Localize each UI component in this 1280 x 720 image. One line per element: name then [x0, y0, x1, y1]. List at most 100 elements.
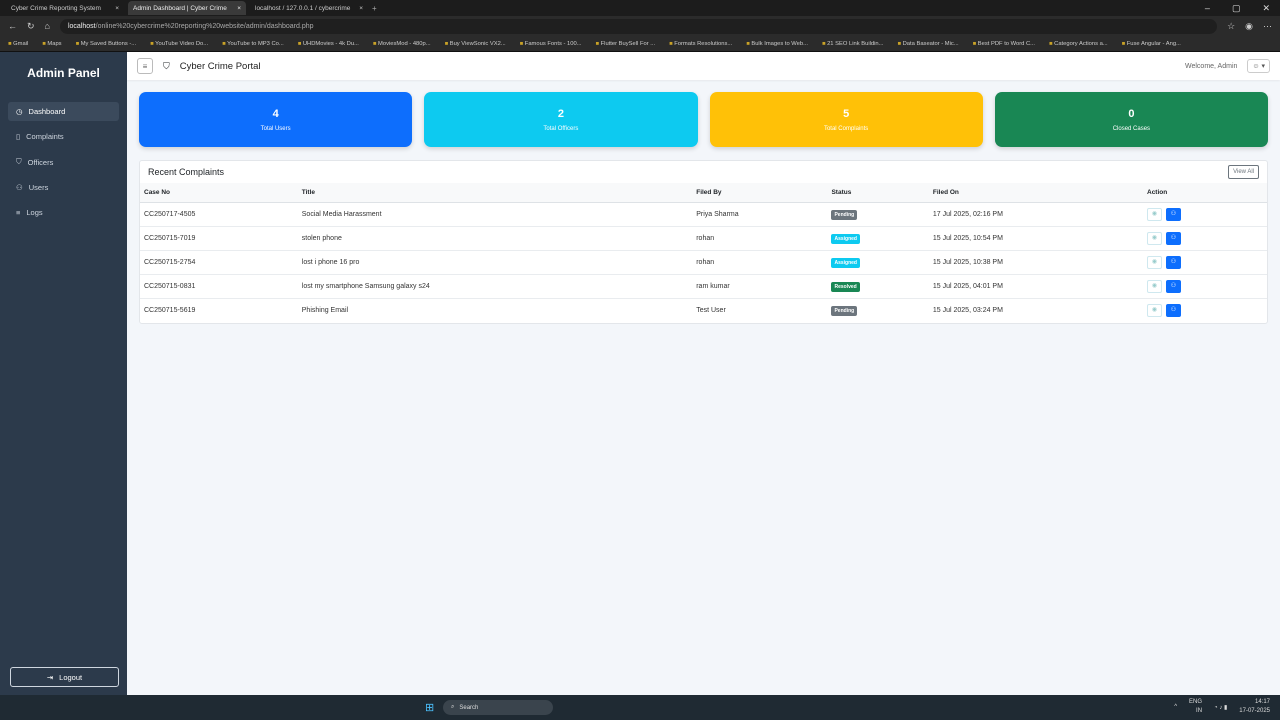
bookmarks-bar: Gmail Maps My Saved Buttons -... YouTube Vi…: [0, 36, 1280, 52]
logout-label: Logout: [59, 672, 83, 682]
bookmark[interactable]: My Saved Buttons -...: [76, 41, 136, 47]
close-icon[interactable]: ×: [237, 5, 241, 12]
case-no: CC250715-2754: [140, 250, 298, 275]
logout-icon: ⇥: [46, 672, 54, 682]
shield-icon: ⛉: [163, 60, 170, 71]
favorite-icon[interactable]: ☆: [1227, 21, 1235, 32]
view-button[interactable]: ◉: [1147, 256, 1162, 269]
bookmark[interactable]: Category Actions a...: [1049, 41, 1108, 47]
reload-icon[interactable]: ↻: [27, 21, 35, 32]
tab-title: localhost / 127.0.0.1 / cybercrime: [255, 4, 351, 12]
bookmark[interactable]: MoviesMod - 480p...: [373, 41, 431, 47]
assign-officer-button[interactable]: ⚇: [1166, 208, 1181, 221]
bookmark[interactable]: Flutter BuySell For ...: [596, 41, 655, 47]
status-badge: Assigned: [831, 234, 860, 244]
tray-chevron-icon[interactable]: ^: [1174, 704, 1177, 710]
status-badge: Resolved: [831, 282, 860, 292]
view-button[interactable]: ◉: [1147, 232, 1162, 245]
logout-button[interactable]: ⇥ Logout: [10, 667, 119, 687]
stat-card: 0 Closed Cases: [994, 92, 1268, 147]
wifi-volume-battery-icon[interactable]: ◔ ♪ ▮: [1214, 704, 1227, 711]
home-icon[interactable]: ⌂: [45, 21, 50, 31]
complaint-title: Social Media Harassment: [297, 202, 693, 227]
user-dropdown-button[interactable]: ☺ ▾: [1247, 59, 1270, 73]
bookmark[interactable]: Maps: [42, 41, 61, 47]
taskbar-search[interactable]: ⌕ Search: [443, 700, 553, 715]
assign-officer-button[interactable]: ⚇: [1166, 304, 1181, 318]
complaints-table: Case No Title Filed By Status Filed On Action…: [140, 183, 1267, 323]
table-row: CC250715-7019 stolen phone rohan Assigne…: [140, 226, 1267, 251]
bookmark[interactable]: Buy ViewSonic VX2...: [445, 41, 506, 47]
case-no: CC250715-5619: [144, 307, 196, 315]
browser-tab[interactable]: localhost / 127.0.0.1 / cybercrime ×: [250, 1, 368, 15]
case-no: CC250717-4505: [140, 202, 298, 227]
assign-officer-button[interactable]: ⚇: [1166, 280, 1181, 293]
sidebar-item-officers[interactable]: ⛉ Officers: [8, 152, 119, 172]
sidebar-item-users[interactable]: ⚇ Users: [8, 178, 119, 197]
address-bar-row: ← ↻ ⌂ localhost/online%20cybercrime%20repo…: [0, 16, 1280, 36]
lang: ENG: [1189, 699, 1203, 705]
column-header: Title: [297, 183, 693, 203]
close-icon[interactable]: ×: [359, 5, 363, 12]
bookmark[interactable]: YouTube Video Do...: [150, 41, 208, 47]
bookmark[interactable]: UHDMovies - 4k Du...: [298, 41, 359, 47]
sidebar-item-label: Users: [28, 183, 49, 192]
tab-title: Cyber Crime Reporting System: [11, 4, 101, 12]
sidebar: Admin Panel ◷ Dashboard ▯ Complaints ⛉ Office…: [0, 52, 127, 695]
sidebar-item-complaints[interactable]: ▯ Complaints: [8, 127, 119, 146]
bookmark[interactable]: YouTube to MP3 Co...: [222, 41, 284, 47]
region: IN: [1196, 708, 1203, 714]
back-icon[interactable]: ←: [8, 21, 17, 31]
browser-tab-strip: Cyber Crime Reporting System × Admin Dash…: [0, 0, 1280, 16]
filed-on: 15 Jul 2025, 10:54 PM: [928, 226, 1143, 251]
view-button[interactable]: ◉: [1147, 208, 1162, 221]
filed-on: 15 Jul 2025, 04:01 PM: [928, 274, 1143, 299]
more-icon[interactable]: ⋯: [1263, 21, 1272, 32]
sidebar-item-logs[interactable]: ≡ Logs: [8, 203, 119, 222]
url-input[interactable]: localhost/online%20cybercrime%20reportin…: [59, 18, 1218, 34]
url-path: /online%20cybercrime%20reporting%20websi…: [95, 22, 314, 30]
date: 17-07-2025: [1239, 708, 1270, 714]
start-icon[interactable]: ⊞: [425, 701, 434, 714]
sidebar-item-label: Dashboard: [28, 107, 66, 116]
top-header: ≡ ⛉ Cyber Crime Portal Welcome, Admin ☺ …: [127, 52, 1280, 80]
sidebar-item-dashboard[interactable]: ◷ Dashboard: [8, 102, 119, 121]
bookmark[interactable]: Fuse Angular - Ang...: [1122, 41, 1181, 47]
browser-tab[interactable]: Cyber Crime Reporting System ×: [6, 1, 124, 15]
bookmark[interactable]: Bulk Images to Web...: [746, 41, 808, 47]
bookmark[interactable]: Gmail: [8, 41, 28, 47]
sidebar-item-label: Officers: [27, 157, 54, 167]
stat-label: Total Complaints: [823, 125, 869, 132]
sidebar-item-label: Logs: [26, 208, 43, 217]
view-button[interactable]: ◉: [1147, 304, 1162, 318]
users-icon: ⚇: [16, 183, 23, 192]
clock[interactable]: 14:17 17-07-2025: [1239, 698, 1270, 716]
maximize-icon[interactable]: ▢: [1232, 3, 1241, 14]
bookmark[interactable]: Best PDF to Word C...: [973, 41, 1035, 47]
browser-tab-active[interactable]: Admin Dashboard | Cyber Crime ×: [128, 1, 246, 15]
language-indicator[interactable]: ENG IN: [1189, 698, 1202, 716]
bookmark[interactable]: Data Baseator - Mic...: [897, 41, 959, 47]
close-icon[interactable]: ×: [115, 5, 119, 12]
minimize-icon[interactable]: –: [1205, 3, 1210, 14]
bookmark[interactable]: 21 SEO Link Buildin...: [822, 41, 883, 47]
bookmark[interactable]: Famous Fonts - 100...: [520, 41, 582, 47]
bookmark[interactable]: Formats Resolutions...: [669, 41, 732, 47]
table-row: CC250717-4505 Social Media Harassment Pr…: [140, 202, 1267, 227]
complaint-title: lost i phone 16 pro: [297, 250, 693, 275]
assign-officer-button[interactable]: ⚇: [1166, 256, 1181, 269]
filed-by: rohan: [692, 226, 828, 251]
stat-label: Total Users: [260, 125, 291, 132]
case-no: CC250715-0831: [140, 274, 298, 299]
assign-officer-button[interactable]: ⚇: [1166, 232, 1181, 245]
new-tab-icon[interactable]: +: [372, 4, 377, 13]
stat-label: Total Officers: [543, 125, 579, 132]
case-no: CC250715-7019: [140, 226, 298, 251]
close-window-icon[interactable]: ✕: [1262, 3, 1270, 14]
tab-title: Admin Dashboard | Cyber Crime: [133, 4, 227, 12]
filed-by: Test User: [696, 307, 726, 315]
view-button[interactable]: ◉: [1147, 280, 1162, 293]
profile-icon[interactable]: ◉: [1245, 21, 1253, 32]
sidebar-toggle-button[interactable]: ≡: [137, 58, 153, 74]
view-all-button[interactable]: View All: [1228, 165, 1259, 179]
